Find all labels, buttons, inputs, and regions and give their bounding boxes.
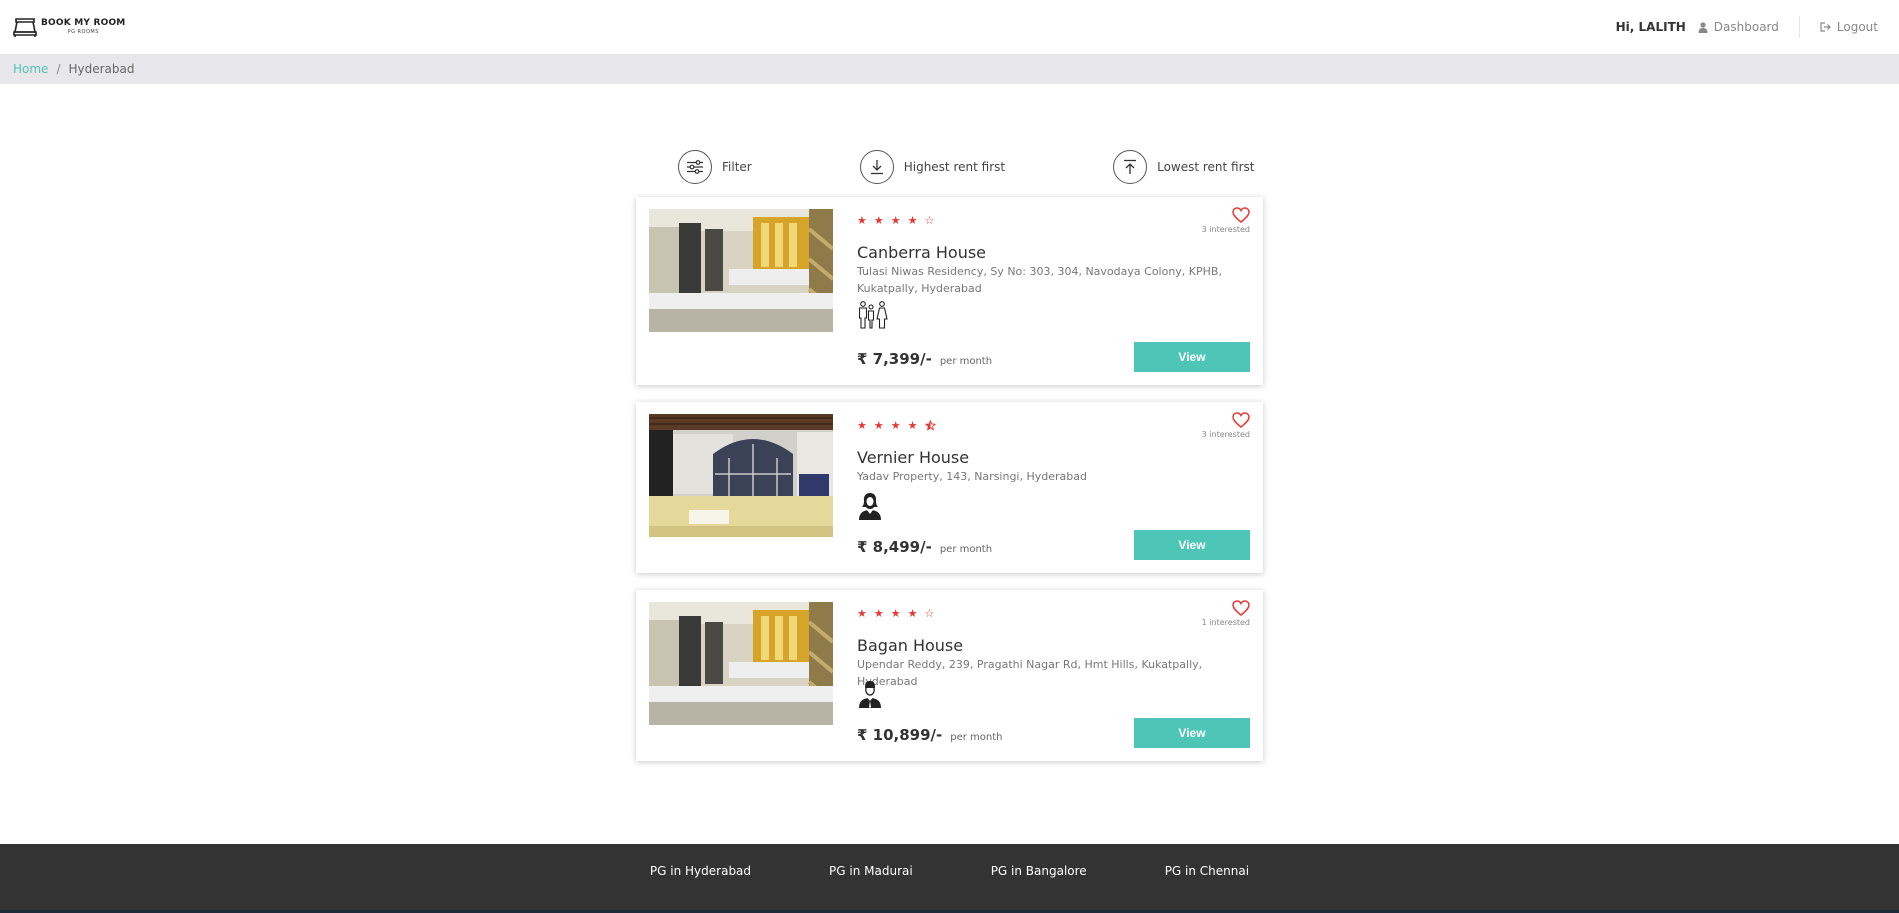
star-full-icon: ★ xyxy=(873,419,884,432)
footer-link-madurai[interactable]: PG in Madurai xyxy=(829,864,913,878)
listing-price: ₹ 10,899/- per month xyxy=(857,726,1003,744)
heart-icon xyxy=(1202,600,1250,616)
room-photo[interactable] xyxy=(649,602,833,725)
listing-card: ★ ★ ★ ★ 3 interested Vernier House Yadav… xyxy=(636,402,1263,573)
price-unit: per month xyxy=(950,732,1003,743)
price-unit: per month xyxy=(939,544,993,555)
site-footer: PG in Hyderabad PG in Madurai PG in Bang… xyxy=(0,844,1899,913)
breadcrumb: Home / Hyderabad xyxy=(0,54,1899,84)
breadcrumb-home[interactable]: Home xyxy=(13,62,48,76)
star-full-icon: ★ xyxy=(890,419,901,432)
interested-count: 3 interested xyxy=(1201,430,1250,439)
co-living-icon xyxy=(857,301,889,333)
header-divider xyxy=(1798,16,1800,38)
view-button[interactable]: View xyxy=(1134,718,1250,748)
sort-highest-button[interactable]: Highest rent first xyxy=(859,150,1006,184)
logout-label: Logout xyxy=(1836,20,1878,34)
sort-lowest-button[interactable]: Lowest rent first xyxy=(1113,150,1255,184)
price-unit: per month xyxy=(939,356,993,367)
star-full-icon: ★ xyxy=(857,607,867,620)
favorite-button[interactable]: 1 interested xyxy=(1202,600,1250,627)
dashboard-label: Dashboard xyxy=(1713,20,1779,34)
star-empty-icon: ☆ xyxy=(924,214,935,227)
price-amount: ₹ 10,899/- xyxy=(857,726,943,744)
footer-link-chennai[interactable]: PG in Chennai xyxy=(1165,864,1249,878)
filter-button[interactable]: Filter xyxy=(678,150,752,184)
star-full-icon: ★ xyxy=(857,419,867,432)
listing-address: Tulasi Niwas Residency, Sy No: 303, 304,… xyxy=(857,265,1222,295)
male-icon xyxy=(857,680,883,712)
room-photo[interactable] xyxy=(649,414,833,537)
listing-card: ★ ★ ★ ★ ☆ 1 interested Bagan House Upend… xyxy=(636,590,1263,761)
logo-subtitle: PG ROOMS xyxy=(67,29,99,35)
logo-title: BOOK MY ROOM xyxy=(41,18,126,28)
female-icon xyxy=(857,492,883,524)
download-arrow-icon xyxy=(859,150,894,184)
interested-count: 3 interested xyxy=(1201,225,1250,234)
star-half-icon xyxy=(924,420,936,431)
logout-icon xyxy=(1820,22,1831,32)
star-full-icon: ★ xyxy=(873,607,884,620)
star-full-icon: ★ xyxy=(907,419,918,432)
star-full-icon: ★ xyxy=(907,607,918,620)
footer-link-hyderabad[interactable]: PG in Hyderabad xyxy=(650,864,751,878)
favorite-button[interactable]: 3 interested xyxy=(1202,412,1250,439)
sort-highest-label: Highest rent first xyxy=(903,160,1006,174)
listing-price: ₹ 7,399/- per month xyxy=(857,350,992,368)
star-full-icon: ★ xyxy=(873,214,884,227)
breadcrumb-separator: / xyxy=(56,62,61,76)
view-button[interactable]: View xyxy=(1134,342,1250,372)
view-button[interactable]: View xyxy=(1134,530,1250,560)
heart-icon xyxy=(1202,207,1250,223)
heart-icon xyxy=(1202,412,1250,428)
user-greeting: Hi, LALITH xyxy=(1615,20,1686,34)
room-photo[interactable] xyxy=(649,209,833,332)
listing-title[interactable]: Vernier House xyxy=(857,448,969,467)
favorite-button[interactable]: 3 interested xyxy=(1202,207,1250,234)
listing-price: ₹ 8,499/- per month xyxy=(857,538,992,556)
dashboard-link[interactable]: Dashboard xyxy=(1698,20,1779,34)
bed-logo-icon xyxy=(13,18,37,37)
interested-count: 1 interested xyxy=(1201,618,1250,627)
star-rating: ★ ★ ★ ★ xyxy=(857,420,936,431)
upload-arrow-icon xyxy=(1113,150,1148,184)
star-full-icon: ★ xyxy=(890,214,901,227)
sort-lowest-label: Lowest rent first xyxy=(1157,160,1255,174)
star-full-icon: ★ xyxy=(907,214,918,227)
top-header: BOOK MY ROOM PG ROOMS Hi, LALITH Dashboa… xyxy=(0,0,1899,54)
listing-card: ★ ★ ★ ★ ☆ 3 interested Canberra House Tu… xyxy=(636,197,1263,385)
filter-icon xyxy=(678,150,712,184)
star-full-icon: ★ xyxy=(857,214,867,227)
breadcrumb-current: Hyderabad xyxy=(68,62,135,76)
filter-label: Filter xyxy=(722,160,752,174)
star-rating: ★ ★ ★ ★ ☆ xyxy=(857,608,934,619)
footer-link-bangalore[interactable]: PG in Bangalore xyxy=(991,864,1087,878)
price-amount: ₹ 7,399/- xyxy=(857,350,932,368)
listing-address: Yadav Property, 143, Narsingi, Hyderabad xyxy=(857,470,1087,483)
site-logo[interactable]: BOOK MY ROOM PG ROOMS xyxy=(13,16,125,38)
listing-address: Upendar Reddy, 239, Pragathi Nagar Rd, H… xyxy=(857,658,1203,688)
sort-bar: Filter Highest rent first Lowest rent fi… xyxy=(678,150,1255,184)
listing-title[interactable]: Bagan House xyxy=(857,636,963,655)
logout-link[interactable]: Logout xyxy=(1820,20,1878,34)
star-empty-icon: ☆ xyxy=(924,607,935,620)
star-full-icon: ★ xyxy=(890,607,901,620)
user-icon xyxy=(1698,21,1708,33)
footer-links: PG in Hyderabad PG in Madurai PG in Bang… xyxy=(0,864,1899,878)
price-amount: ₹ 8,499/- xyxy=(857,538,932,556)
listing-title[interactable]: Canberra House xyxy=(857,243,986,262)
star-rating: ★ ★ ★ ★ ☆ xyxy=(857,215,934,226)
